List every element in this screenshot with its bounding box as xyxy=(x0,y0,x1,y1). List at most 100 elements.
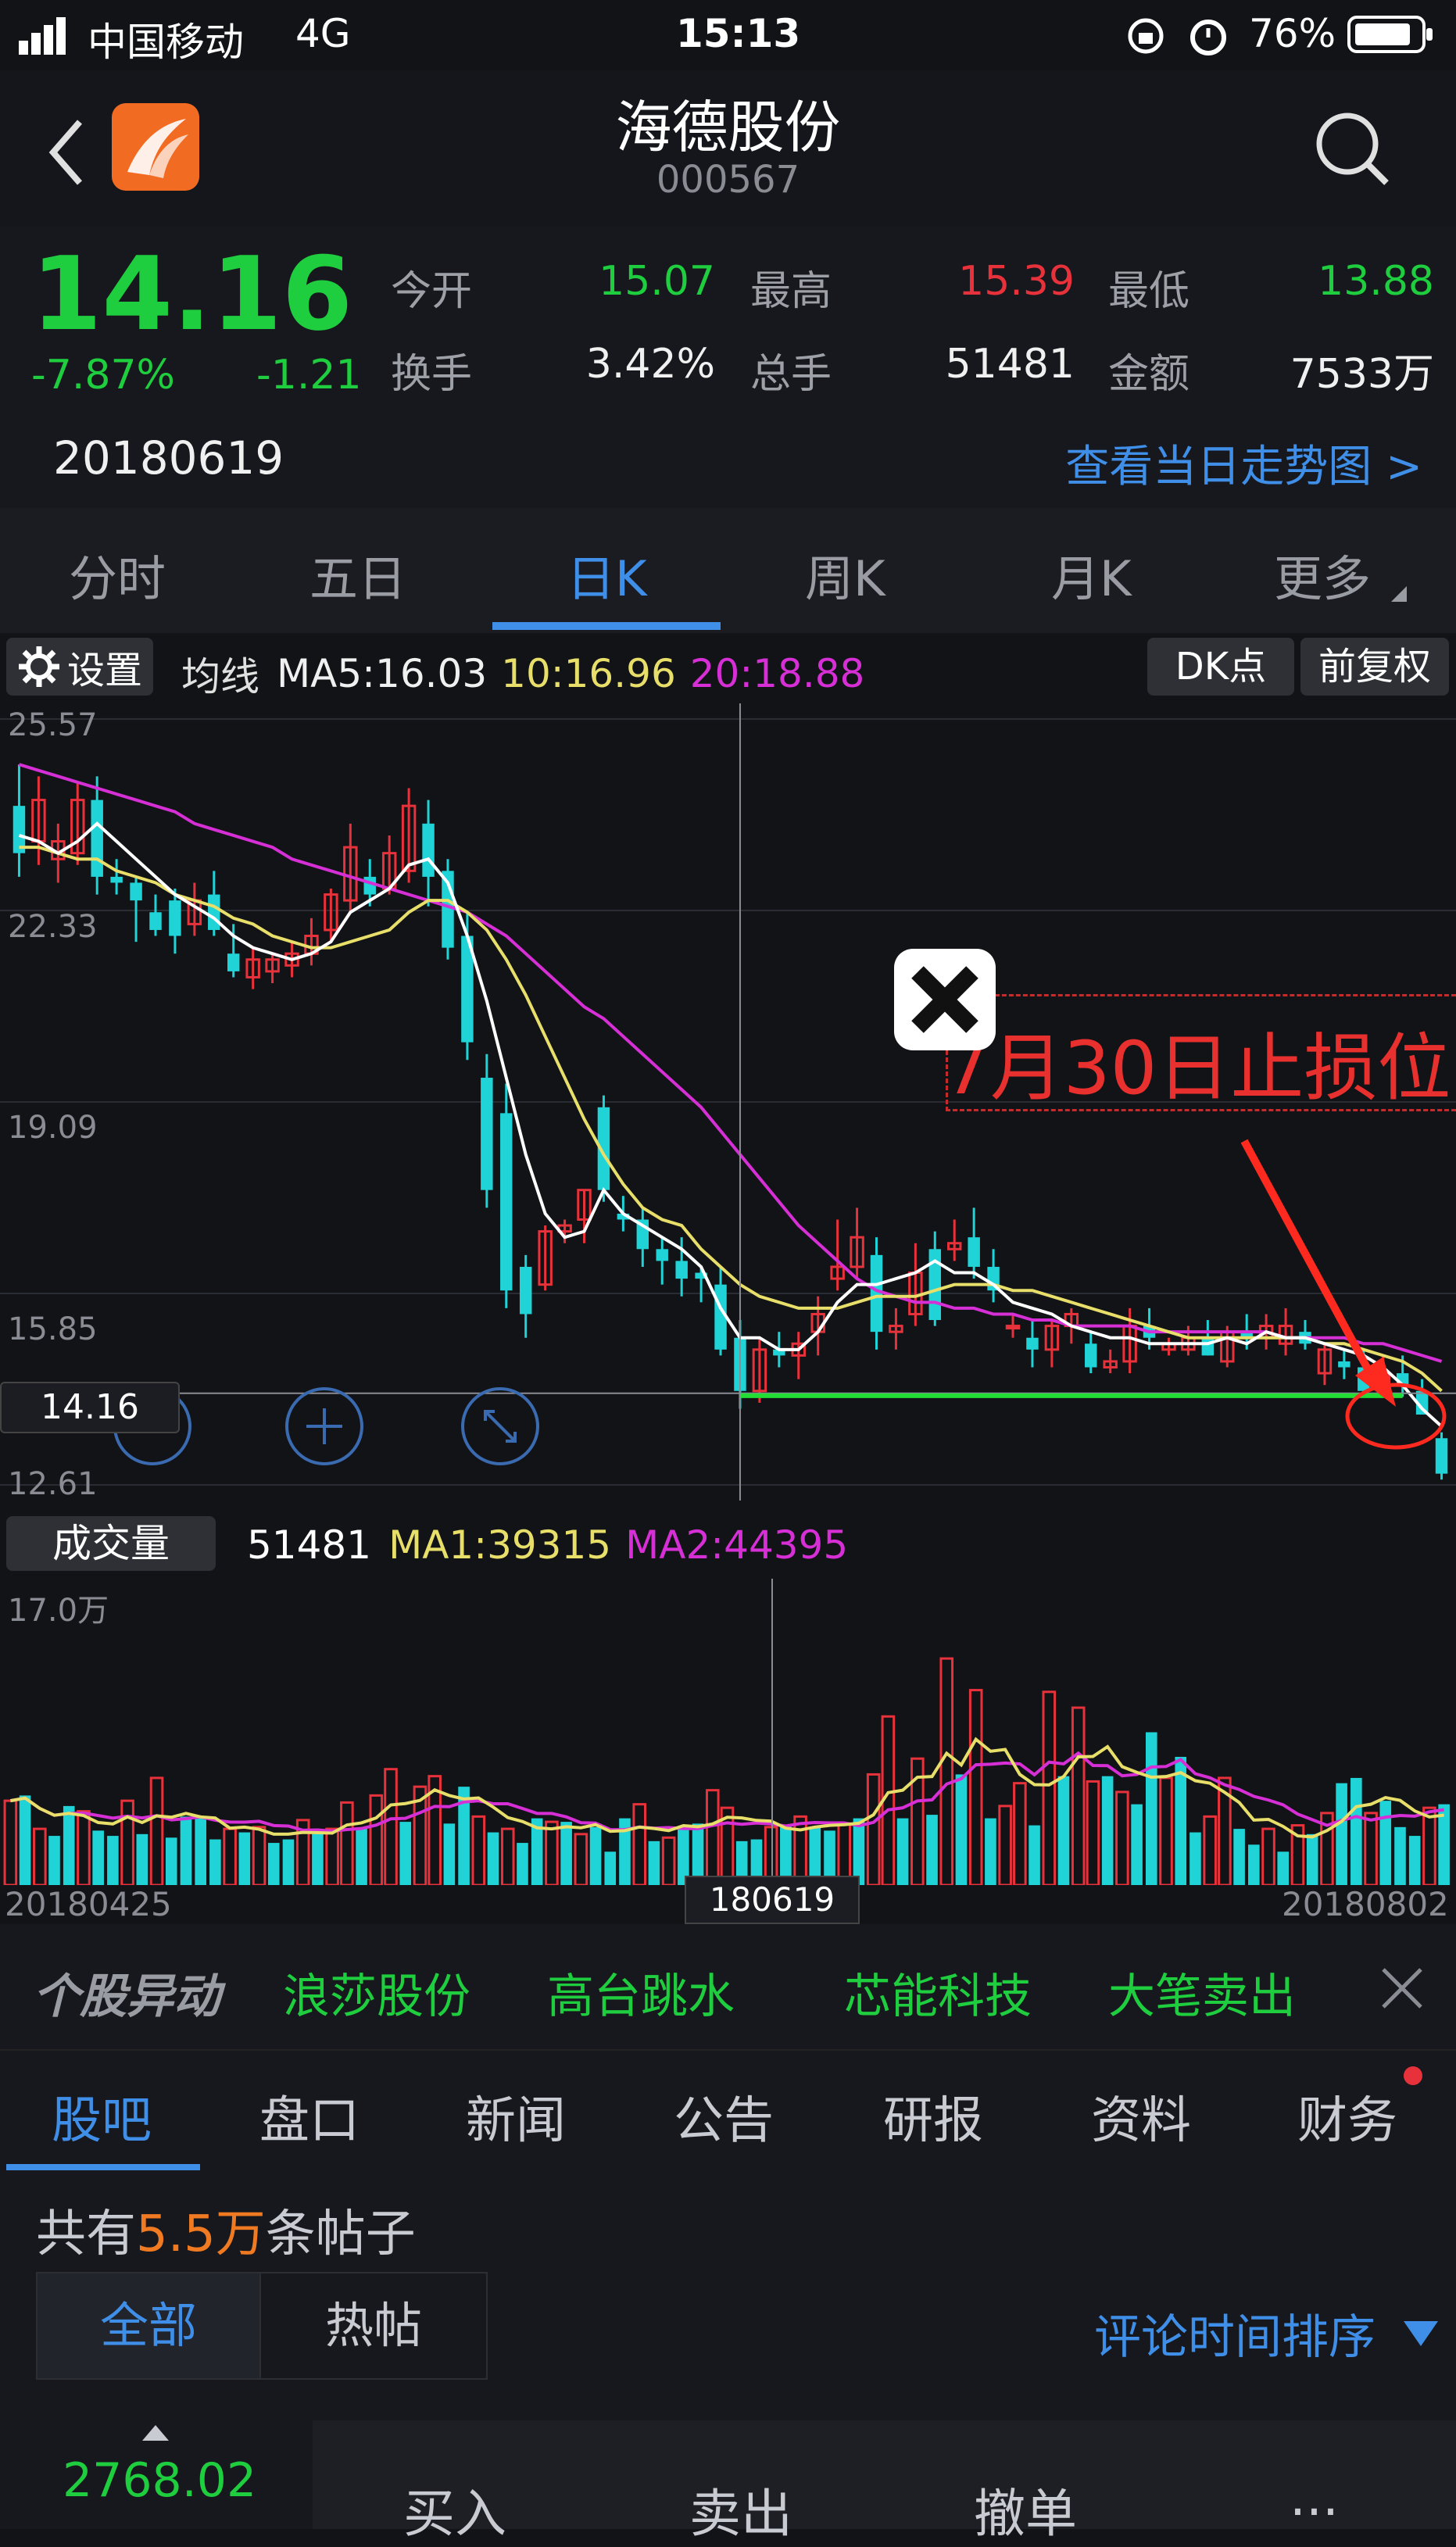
volume-bar xyxy=(998,1805,1012,1885)
volume-bar xyxy=(589,1826,602,1885)
ticker-item-2[interactable]: 高台跳水 xyxy=(547,1959,735,2027)
tab-forum[interactable]: 股吧 xyxy=(52,2080,152,2152)
volume-bar xyxy=(1086,1780,1100,1885)
sell-button[interactable]: 卖出 xyxy=(689,2472,792,2547)
volume-value-label: 51481 xyxy=(247,1522,372,1568)
volume-bar xyxy=(120,1799,134,1885)
status-bar: 中国移动 4G 15:13 76% xyxy=(0,0,1456,70)
ma20-value: 20:18.88 xyxy=(689,651,865,696)
volume-bar xyxy=(896,1818,909,1885)
volume-indicator-label[interactable]: 成交量 xyxy=(6,1516,216,1571)
active-tab-indicator xyxy=(492,622,721,630)
change-amount: -1.21 xyxy=(256,352,362,399)
volume-bar xyxy=(1115,1790,1129,1885)
open-value: 15.07 xyxy=(599,258,715,305)
tab-order-book[interactable]: 盘口 xyxy=(259,2080,360,2152)
filter-hot[interactable]: 热帖 xyxy=(259,2273,486,2378)
turnover-label: 换手 xyxy=(391,351,473,398)
settings-button[interactable]: 设置 xyxy=(6,638,154,696)
ticker-item-1[interactable]: 浪莎股份 xyxy=(283,1959,470,2027)
volume-bar xyxy=(1042,1690,1057,1885)
info-tabs: 股吧 盘口 新闻 公告 研报 资料 财务 xyxy=(0,2049,1456,2172)
volume-bar xyxy=(1145,1732,1157,1885)
candle-body xyxy=(91,800,103,877)
triangle-down-icon xyxy=(1404,2320,1438,2346)
forum-section: 共有 5.5万 条帖子 全部 热帖 评论时间排序 xyxy=(0,2170,1456,2420)
candle-body xyxy=(169,900,181,936)
tab-five-day[interactable]: 五日 xyxy=(309,539,406,610)
tab-intraday[interactable]: 分时 xyxy=(69,539,166,610)
cancel-order-button[interactable]: 撤单 xyxy=(974,2472,1077,2547)
tab-news[interactable]: 新闻 xyxy=(466,2080,566,2152)
intraday-chart-link[interactable]: 查看当日走势图 > xyxy=(1016,431,1422,495)
date-axis-crosshair: 180619 xyxy=(685,1876,860,1924)
price-tick-5: 12.61 xyxy=(8,1466,98,1502)
quote-panel: 14.16 -7.87% -1.21 20180619 今开 15.07 最高 … xyxy=(0,227,1456,508)
volume-bar xyxy=(866,1773,881,1885)
tab-announcements[interactable]: 公告 xyxy=(674,2080,774,2152)
volume-bar xyxy=(1248,1844,1260,1885)
buy-button[interactable]: 买入 xyxy=(403,2472,506,2547)
volume-bar xyxy=(926,1815,938,1885)
volume-bar xyxy=(1379,1801,1392,1885)
volume-bar xyxy=(32,1827,47,1885)
tab-more[interactable]: 更多 xyxy=(1274,539,1371,610)
volume-bar xyxy=(356,1829,367,1885)
volume-bar xyxy=(165,1837,177,1885)
post-count-suffix: 条帖子 xyxy=(265,2205,416,2263)
more-button[interactable]: ... xyxy=(1290,2467,1339,2527)
tab-weekly-k[interactable]: 周K xyxy=(805,539,885,610)
vol-ma2-value: MA2:44395 xyxy=(625,1522,849,1568)
volume-bar xyxy=(1277,1851,1290,1885)
ticker-item-4[interactable]: 大笔卖出 xyxy=(1108,1959,1296,2027)
forward-adjust-button[interactable]: 前复权 xyxy=(1300,638,1449,696)
candle-body xyxy=(870,1254,883,1333)
close-icon[interactable] xyxy=(1379,1965,1426,2012)
filter-all[interactable]: 全部 xyxy=(38,2273,259,2378)
volume-bar xyxy=(661,1836,676,1885)
volume-bar xyxy=(632,1803,646,1885)
chart-period-tabs: 分时 五日 日K 周K 月K 更多 xyxy=(0,508,1456,633)
volume-bar xyxy=(487,1832,499,1885)
index-widget[interactable]: 2768.02 xyxy=(0,2420,313,2529)
tab-profile[interactable]: 资料 xyxy=(1091,2080,1191,2152)
volume-bar xyxy=(517,1843,528,1885)
volume-bar xyxy=(63,1805,75,1885)
volume-bar xyxy=(1306,1833,1318,1885)
volume-bar xyxy=(443,1823,456,1885)
tab-research[interactable]: 研报 xyxy=(883,2080,983,2152)
fullscreen-icon[interactable] xyxy=(457,1383,543,1469)
volume-chart xyxy=(3,1579,1450,1885)
battery-percent: 76% xyxy=(1249,11,1336,56)
volume-bar xyxy=(955,1774,968,1885)
volume-bar xyxy=(48,1836,60,1885)
tab-monthly-k[interactable]: 月K xyxy=(1051,539,1132,610)
sort-selector[interactable]: 评论时间排序 xyxy=(1094,2299,1444,2367)
volume-bar xyxy=(793,1815,807,1885)
volume-bar xyxy=(1057,1776,1070,1885)
tab-daily-k[interactable]: 日K xyxy=(567,539,647,610)
tab-finance[interactable]: 财务 xyxy=(1297,2080,1397,2152)
volume-bar xyxy=(1203,1815,1217,1885)
price-tick-3: 19.09 xyxy=(8,1110,98,1146)
candle-body xyxy=(422,823,435,877)
dk-point-button[interactable]: DK点 xyxy=(1147,638,1294,696)
close-annotation-button[interactable] xyxy=(894,949,996,1050)
candle-body xyxy=(110,876,123,883)
volume-bar xyxy=(1071,1706,1086,1885)
zoom-in-icon[interactable] xyxy=(281,1383,367,1469)
candle-body xyxy=(1201,1337,1215,1356)
volume-bar xyxy=(1101,1776,1114,1885)
high-label: 最高 xyxy=(750,268,832,315)
volume-bar xyxy=(267,1843,280,1885)
kline-chart[interactable]: 设置 均线 MA5:16.03 10:16.96 20:18.88 DK点 前复… xyxy=(0,633,1456,1924)
annotation-arrow xyxy=(1240,1139,1379,1386)
volume-bar xyxy=(985,1818,996,1885)
search-icon[interactable] xyxy=(1313,109,1391,188)
ticker-item-3[interactable]: 芯能科技 xyxy=(844,1959,1032,2027)
last-price: 14.16 xyxy=(31,234,353,353)
volume-bar xyxy=(149,1776,164,1885)
candle-body xyxy=(500,1113,513,1291)
volume-bar xyxy=(1408,1836,1421,1885)
stock-alert-ticker: 个股异动 浪莎股份 高台跳水 芯能科技 大笔卖出 xyxy=(0,1924,1456,2049)
